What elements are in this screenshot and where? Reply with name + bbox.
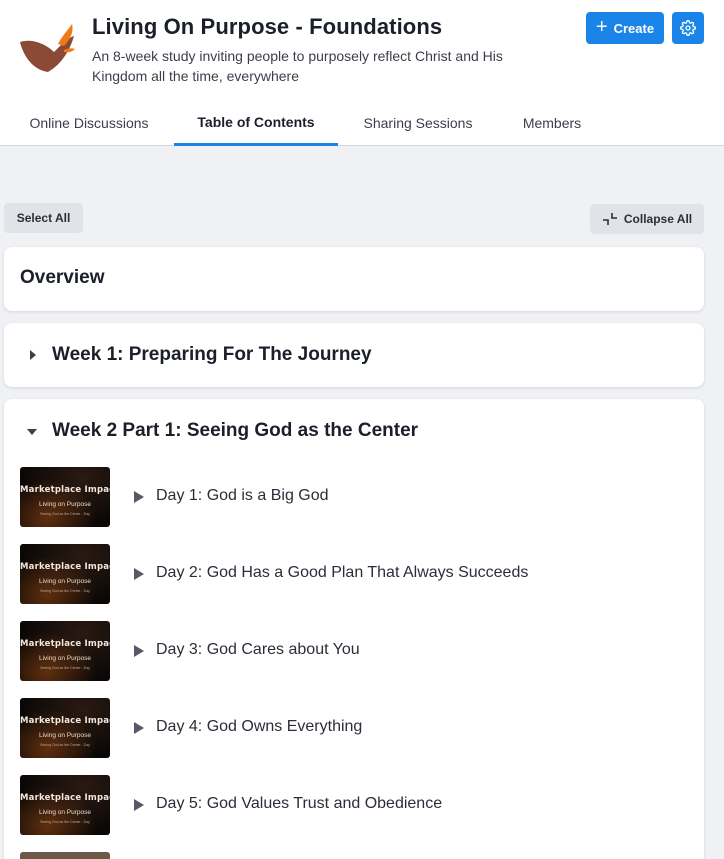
collapse-icon (602, 213, 617, 225)
play-icon (134, 491, 144, 503)
plus-icon: + (595, 16, 608, 38)
tab-sharing-sessions[interactable]: Sharing Sessions (338, 100, 498, 146)
select-all-button[interactable]: Select All (4, 203, 83, 233)
lesson-title: Day 1: God is a Big God (156, 487, 329, 504)
create-button-label: Create (613, 20, 655, 36)
lesson-thumbnail: Marketplace Impact Living on Purpose See… (20, 467, 110, 527)
lesson-title: Day 5: God Values Trust and Obedience (156, 795, 443, 812)
tab-members[interactable]: Members (498, 100, 606, 146)
gear-icon (680, 20, 696, 36)
create-button[interactable]: + Create (586, 12, 664, 44)
lesson-item[interactable]: Marketplace Impact Living on Purpose See… (20, 775, 700, 835)
lesson-title: Day 3: God Cares about You (156, 641, 360, 658)
lesson-thumbnail: Marketplace Impact Living on Purpose See… (20, 544, 110, 604)
collapse-all-button[interactable]: Collapse All (590, 204, 704, 234)
collapse-all-label: Collapse All (623, 212, 693, 226)
tab-bar: Online Discussions Table of Contents Sha… (0, 100, 724, 146)
play-icon (134, 645, 144, 657)
page-title: Living On Purpose - Foundations (92, 14, 443, 39)
lesson-title: Day 4: God Owns Everything (156, 718, 363, 735)
tab-online-discussions[interactable]: Online Discussions (4, 100, 174, 146)
lesson-item[interactable]: Marketplace Impact Living on Purpose See… (20, 544, 700, 604)
caret-right-icon (30, 350, 36, 360)
settings-button[interactable] (672, 12, 704, 44)
play-icon (134, 722, 144, 734)
lesson-thumbnail: Marketplace Impact Living on Purpose See… (20, 698, 110, 758)
group-description: An 8-week study inviting people to purpo… (92, 48, 503, 84)
lesson-item[interactable]: Marketplace Impact Living on Purpose See… (20, 698, 700, 758)
group-logo (20, 24, 75, 72)
play-icon (134, 568, 144, 580)
section-title: Overview (20, 267, 105, 288)
section-overview[interactable]: Overview (4, 247, 704, 311)
lesson-title: Day 2: God Has a Good Plan That Always S… (156, 564, 529, 581)
tab-table-of-contents[interactable]: Table of Contents (174, 100, 338, 146)
section-week-1[interactable]: Week 1: Preparing For The Journey (4, 323, 704, 387)
lesson-item[interactable]: Marketplace Impact Living on Purpose See… (20, 621, 700, 681)
section-title: Week 1: Preparing For The Journey (52, 344, 372, 365)
caret-down-icon[interactable] (27, 429, 37, 435)
section-week-2-part-1: Week 2 Part 1: Seeing God as the Center … (4, 399, 704, 859)
lesson-thumbnail: Marketplace Impact Living on Purpose See… (20, 621, 110, 681)
lesson-thumbnail: Marketplace Impact Living on Purpose See… (20, 775, 110, 835)
lesson-thumbnail (20, 852, 110, 859)
section-title[interactable]: Week 2 Part 1: Seeing God as the Center (52, 420, 418, 442)
play-icon (134, 799, 144, 811)
lesson-item[interactable]: Marketplace Impact Living on Purpose See… (20, 467, 700, 527)
group-header: Living On Purpose - Foundations An 8-wee… (0, 0, 724, 146)
